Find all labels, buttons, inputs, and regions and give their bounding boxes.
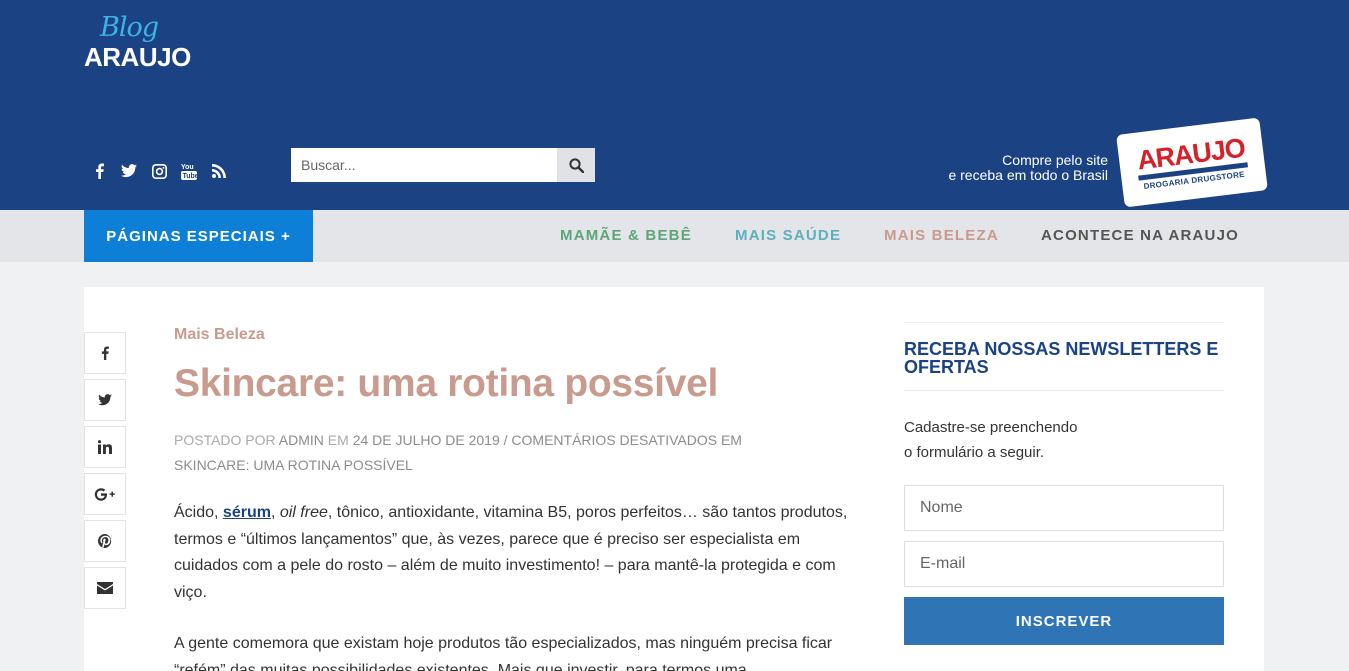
blog-logo[interactable]: Blog ARAUJO (84, 12, 214, 72)
post-paragraph-2: A gente comemora que existam hoje produt… (174, 635, 833, 671)
newsletter-divider-top (904, 322, 1224, 323)
search-input[interactable] (291, 148, 557, 182)
p1-start: Ácido, (174, 504, 223, 521)
newsletter-text-line-1: Cadastre-se preenchendo (904, 419, 1078, 436)
post-title: Skincare: uma rotina possível (174, 362, 719, 405)
meta-posted-by: POSTADO POR (174, 432, 276, 448)
share-google-plus-button[interactable] (84, 473, 126, 515)
nav-special-pages[interactable]: PÁGINAS ESPECIAIS + (84, 210, 313, 262)
facebook-icon (101, 346, 109, 360)
newsletter-email-input[interactable] (904, 541, 1224, 587)
pinterest-icon (98, 534, 112, 548)
meta-comments: / COMENTÁRIOS DESATIVADOS EM (503, 432, 742, 448)
meta-comments-target: SKINCARE: UMA ROTINA POSSÍVEL (174, 457, 413, 473)
share-twitter-button[interactable] (84, 379, 126, 421)
nav-mais-saude[interactable]: MAIS SAÚDE (735, 210, 841, 262)
share-facebook-button[interactable] (84, 332, 126, 374)
instagram-icon[interactable] (144, 160, 174, 182)
newsletter-submit-button[interactable]: INSCREVER (904, 597, 1224, 645)
share-pinterest-button[interactable] (84, 520, 126, 562)
post-paragraph-1: Ácido, sérum, oil free, tônico, antioxid… (174, 500, 854, 606)
main-nav: PÁGINAS ESPECIAIS + MAMÃE & BEBÊ MAIS SA… (0, 210, 1349, 262)
facebook-icon[interactable] (84, 160, 114, 182)
promo-text: Compre pelo site e receba em todo o Bras… (948, 153, 1108, 183)
p1-italic: oil free (279, 504, 328, 521)
social-links: You Tube (84, 160, 234, 182)
logo-blog-text: Blog (100, 12, 159, 43)
search-bar (291, 148, 595, 182)
share-email-button[interactable] (84, 567, 126, 609)
linkedin-icon (98, 440, 112, 454)
newsletter-title: RECEBA NOSSAS NEWSLETTERS E OFERTAS (904, 339, 1219, 377)
post-category[interactable]: Mais Beleza (174, 326, 265, 344)
share-linkedin-button[interactable] (84, 426, 126, 468)
youtube-icon[interactable]: You Tube (174, 160, 204, 182)
newsletter-text-line-2: o formulário a seguir. (904, 444, 1045, 461)
nav-acontece[interactable]: ACONTECE NA ARAUJO (1041, 210, 1239, 262)
svg-text:Tube: Tube (183, 173, 198, 180)
google-plus-icon (94, 487, 115, 501)
svg-text:You: You (181, 164, 194, 171)
newsletter-description: Cadastre-se preenchendo o formulário a s… (904, 415, 1224, 465)
promo-line-1: Compre pelo site (1002, 152, 1108, 168)
promo-line-2: e receba em todo o Brasil (948, 167, 1108, 183)
store-logo[interactable]: ARAUJO DROGARIA DRUGSTORE (1116, 117, 1268, 208)
newsletter-divider-bottom (904, 390, 1224, 391)
rss-icon[interactable] (204, 160, 234, 182)
p1-sep: , (270, 504, 280, 521)
site-header: Blog ARAUJO You Tube Compre pelo site e r… (0, 0, 1349, 210)
serum-link[interactable]: sérum (223, 504, 271, 521)
search-icon (568, 157, 584, 173)
meta-author-link[interactable]: ADMIN (279, 432, 324, 448)
twitter-icon (98, 394, 112, 406)
nav-mais-beleza[interactable]: MAIS BELEZA (884, 210, 999, 262)
email-icon (97, 582, 113, 594)
post-meta: POSTADO POR ADMIN EM 24 DE JULHO DE 2019… (174, 428, 814, 478)
meta-date: 24 DE JULHO DE 2019 (352, 432, 500, 448)
nav-mamae-bebe[interactable]: MAMÃE & BEBÊ (560, 210, 692, 262)
logo-name-text: ARAUJO (84, 42, 191, 72)
share-bar (84, 332, 126, 614)
twitter-icon[interactable] (114, 160, 144, 182)
search-button[interactable] (557, 148, 595, 182)
meta-on: EM (327, 432, 349, 448)
newsletter-name-input[interactable] (904, 485, 1224, 531)
